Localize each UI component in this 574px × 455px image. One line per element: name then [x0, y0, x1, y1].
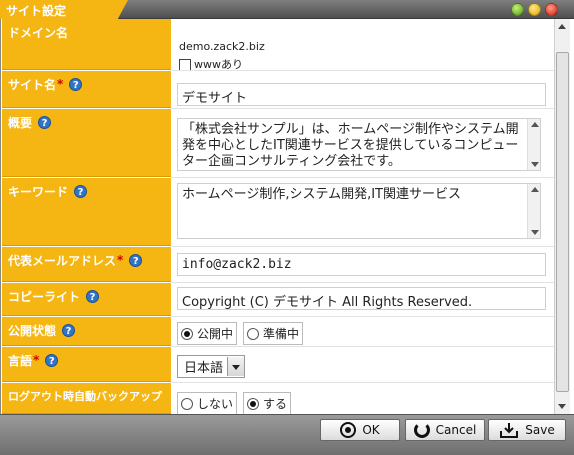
ok-button-label: OK — [362, 423, 380, 437]
radio-preparing[interactable]: 準備中 — [243, 322, 304, 345]
divider — [171, 108, 554, 109]
cancel-button-label: Cancel — [435, 423, 477, 437]
radio-backup-no-button[interactable] — [181, 397, 193, 410]
email-input[interactable]: info@zack2.biz — [177, 253, 546, 276]
cancel-button[interactable]: Cancel — [405, 419, 485, 441]
window-title: サイト設定 — [6, 4, 67, 18]
domain-value: demo.zack2.biz — [179, 40, 265, 53]
save-button[interactable]: Save — [488, 419, 566, 441]
label-keywords: キーワード? — [2, 178, 171, 246]
label-copyright: コピーライト? — [2, 283, 171, 316]
label-auto-backup: ログアウト時自動バックアップ — [2, 383, 171, 414]
label-summary: 概要? — [2, 109, 171, 177]
label-language: 言語*? — [2, 347, 171, 382]
site-name-input[interactable]: デモサイト — [177, 83, 546, 106]
label-site-name: サイト名*? — [2, 71, 171, 108]
divider — [171, 346, 554, 347]
scroll-down-button[interactable] — [555, 399, 570, 414]
help-icon[interactable]: ? — [38, 116, 52, 129]
summary-textarea[interactable]: 「株式会社サンプル」は、ホームページ制作やシステム開発を中心としたIT関連サービ… — [177, 118, 541, 171]
help-icon[interactable]: ? — [45, 354, 59, 367]
radio-backup-yes-button[interactable] — [247, 397, 260, 410]
save-tray-icon — [499, 422, 519, 438]
help-icon[interactable]: ? — [86, 290, 100, 303]
ok-button[interactable]: OK — [320, 419, 400, 441]
label-domain: ドメイン名 — [2, 19, 171, 70]
keywords-textarea[interactable]: ホームページ制作,システム開発,IT関連サービス — [177, 183, 541, 239]
help-icon[interactable]: ? — [62, 324, 76, 337]
radio-preparing-button[interactable] — [247, 327, 260, 340]
keywords-scrollbar[interactable] — [527, 184, 540, 238]
help-icon[interactable]: ? — [69, 78, 83, 91]
footer-toolbar: OK Cancel Save — [0, 414, 574, 455]
divider — [171, 316, 554, 317]
scroll-thumb[interactable] — [556, 52, 569, 392]
radio-backup-yes-label: する — [263, 397, 288, 411]
minimize-button[interactable] — [511, 3, 524, 16]
scroll-up-button[interactable] — [555, 19, 570, 34]
divider — [171, 246, 554, 247]
copyright-input[interactable]: Copyright (C) デモサイト All Rights Reserved. — [177, 287, 546, 310]
language-select-value: 日本語 — [184, 361, 224, 376]
chevron-down-icon[interactable] — [227, 357, 245, 376]
divider — [171, 282, 554, 283]
radio-backup-yes[interactable]: する — [243, 392, 292, 415]
help-icon[interactable]: ? — [74, 185, 88, 198]
summary-scrollbar[interactable] — [527, 119, 540, 170]
keywords-text: ホームページ制作,システム開発,IT関連サービス — [182, 187, 461, 202]
ok-icon — [340, 422, 357, 438]
settings-form: ドメイン名 demo.zack2.biz wwwあり サイト名*? デモサイト … — [0, 19, 574, 415]
label-publish-status: 公開状態? — [2, 317, 171, 346]
divider — [171, 177, 554, 178]
radio-public[interactable]: 公開中 — [177, 322, 238, 345]
divider — [171, 70, 554, 71]
undo-icon — [413, 422, 430, 438]
window-titlebar: サイト設定 — [0, 0, 574, 19]
divider — [171, 382, 554, 383]
auto-backup-radio-group: しない する — [177, 392, 292, 415]
label-email: 代表メールアドレス*? — [2, 247, 171, 282]
save-button-label: Save — [525, 423, 555, 437]
radio-public-button[interactable] — [181, 327, 193, 340]
help-icon[interactable]: ? — [129, 254, 143, 267]
summary-text: 「株式会社サンプル」は、ホームページ制作やシステム開発を中心としたIT関連サービ… — [182, 122, 519, 169]
radio-backup-no[interactable]: しない — [177, 392, 238, 415]
main-scrollbar[interactable] — [554, 19, 570, 414]
radio-backup-no-label: しない — [197, 397, 234, 411]
publish-status-radio-group: 公開中 準備中 — [177, 322, 304, 345]
radio-preparing-label: 準備中 — [263, 327, 300, 341]
close-button[interactable] — [545, 3, 558, 16]
maximize-button[interactable] — [528, 3, 541, 16]
language-select[interactable]: 日本語 — [177, 355, 246, 378]
radio-public-label: 公開中 — [197, 327, 234, 341]
